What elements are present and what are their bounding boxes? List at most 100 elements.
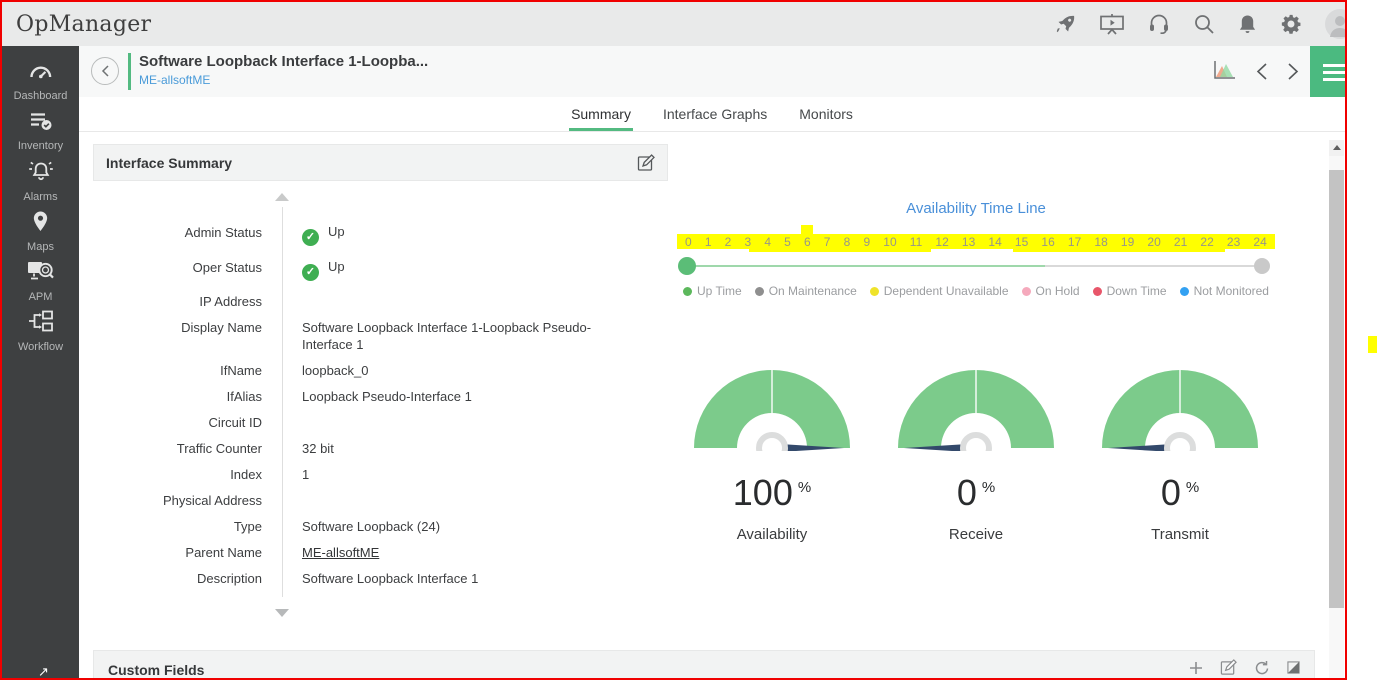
slider-end-handle[interactable]: [1254, 258, 1270, 274]
search-icon[interactable]: [1193, 13, 1215, 35]
legend-label: Up Time: [697, 284, 742, 298]
hour-label: 20: [1147, 234, 1161, 249]
gauges: 100% Availability 0% Receive 0% Transmit: [677, 360, 1275, 543]
parent-name-link[interactable]: ME-allsoftME: [302, 545, 379, 560]
yellow-annotation-mark: [1368, 336, 1377, 353]
scroll-fields-down-arrow[interactable]: [275, 609, 289, 617]
gauge-unit: %: [981, 479, 996, 496]
remaining-track: [1045, 265, 1262, 267]
headset-icon[interactable]: [1148, 13, 1170, 35]
workflow-icon: [27, 309, 54, 338]
gear-icon[interactable]: [1280, 13, 1302, 35]
summary-fields: Admin Status ✓ Up Oper Status ✓ Up IP Address D…: [93, 181, 668, 597]
hour-label: 21: [1173, 234, 1188, 249]
timeline-slider: [677, 256, 1275, 276]
opmanager-app: OpManager Dashboard Inventory Alarms Maps AP…: [0, 0, 1347, 680]
scrollbar-thumb[interactable]: [1329, 170, 1344, 608]
opmanager-logo: OpManager: [16, 11, 152, 37]
scroll-fields-up-arrow[interactable]: [275, 193, 289, 201]
legend-dot: [1179, 286, 1189, 296]
rocket-icon[interactable]: [1055, 14, 1076, 35]
hour-label: 5: [784, 234, 791, 249]
field-label: Display Name: [181, 320, 262, 335]
gauge-label: Availability: [736, 526, 808, 543]
field-value: loopback_0: [302, 363, 369, 378]
back-button[interactable]: [91, 57, 119, 85]
legend-item: Down Time: [1092, 284, 1167, 298]
field-label: Bandwidth (Rx): [93, 596, 262, 597]
refresh-button[interactable]: [1254, 660, 1270, 679]
field-label: Circuit ID: [208, 415, 262, 430]
status-ok-icon: ✓: [302, 264, 319, 281]
hour-label: 3: [744, 234, 752, 249]
hour-label: 23: [1226, 234, 1241, 249]
field-label: Traffic Counter: [176, 441, 262, 456]
gauge-chart: [898, 369, 1054, 464]
contrast-button[interactable]: [1287, 661, 1300, 678]
presentation-icon[interactable]: [1099, 13, 1125, 35]
slider-start-handle[interactable]: [678, 257, 696, 275]
previous-device-button[interactable]: [1255, 62, 1268, 86]
edit-button[interactable]: [637, 153, 655, 172]
legend-item: Up Time: [683, 284, 742, 298]
sidebar-item-workflow[interactable]: Workflow: [2, 306, 79, 356]
summary-row: Index 1: [93, 466, 668, 483]
uptime-track: [687, 265, 1045, 267]
custom-fields-panel: Custom Fields: [93, 650, 1315, 678]
plus-button[interactable]: [1189, 661, 1203, 679]
summary-row: IfName loopback_0: [93, 362, 668, 379]
sidebar-item-apm[interactable]: APM: [2, 256, 79, 306]
edit-button[interactable]: [1220, 659, 1237, 678]
sidebar-item-label: Inventory: [17, 140, 64, 152]
chevron-left-icon: [101, 65, 109, 77]
next-device-button[interactable]: [1287, 62, 1300, 86]
hour-label: 22: [1200, 234, 1214, 249]
field-value: Loopback Pseudo-Interface 1: [302, 389, 472, 404]
parent-device-link[interactable]: ME-allsoftME: [139, 73, 210, 87]
field-label: Description: [196, 571, 262, 586]
gauge-value: 0: [1160, 472, 1181, 513]
menu-button[interactable]: [1310, 46, 1345, 97]
hour-label: 10: [883, 234, 897, 249]
external-link-arrow-icon: ↗: [38, 665, 49, 680]
gauge-transmit: 0% Transmit: [1095, 360, 1265, 543]
gauge-unit: %: [797, 479, 812, 496]
sidebar-item-maps[interactable]: Maps: [2, 206, 79, 256]
scrollbar-up-button[interactable]: [1329, 140, 1344, 156]
device-title: Software Loopback Interface 1-Loopba...: [139, 53, 429, 70]
hour-label: 14: [988, 234, 1002, 249]
legend-dot: [1092, 286, 1102, 296]
bell-icon[interactable]: [1238, 13, 1257, 35]
area-chart-icon[interactable]: [1212, 59, 1238, 86]
sidebar-item-dashboard[interactable]: Dashboard: [2, 56, 79, 106]
gauge-chart: [694, 369, 850, 464]
gauge-label: Transmit: [1151, 526, 1209, 543]
field-label: Physical Address: [163, 493, 262, 508]
maps-icon: [31, 210, 50, 238]
tab-interface-graphs[interactable]: Interface Graphs: [661, 106, 769, 131]
avatar[interactable]: [1325, 9, 1345, 39]
field-label: IfName: [220, 363, 262, 378]
tab-monitors[interactable]: Monitors: [797, 106, 855, 131]
sidebar-item-inventory[interactable]: Inventory: [2, 106, 79, 156]
timeline-legend: Up Time On Maintenance Dependent Unavailab…: [677, 284, 1275, 298]
hour-label: 0: [685, 234, 692, 249]
tab-summary[interactable]: Summary: [569, 106, 633, 131]
chevron-left-icon: [1256, 63, 1267, 80]
hour-label: 1: [704, 234, 712, 249]
legend-dot: [683, 286, 693, 296]
highlight-blob: [801, 225, 813, 234]
sidebar-item-alarms[interactable]: Alarms: [2, 156, 79, 206]
gauge-unit: %: [1185, 479, 1200, 496]
topbar-icons: [1055, 9, 1345, 39]
field-label: Index: [230, 467, 262, 482]
gauge-receive: 0% Receive: [891, 360, 1061, 543]
highlight-blob: [749, 249, 931, 252]
field-value: Up: [328, 224, 345, 239]
sidebar-item-label: Maps: [27, 240, 54, 253]
summary-row: Parent Name ME-allsoftME: [93, 544, 668, 561]
field-value: 1: [302, 467, 310, 482]
legend-label: Not Monitored: [1193, 284, 1269, 298]
interface-summary-body: Admin Status ✓ Up Oper Status ✓ Up IP Address D…: [93, 181, 668, 597]
hour-label: 15: [1014, 234, 1029, 249]
